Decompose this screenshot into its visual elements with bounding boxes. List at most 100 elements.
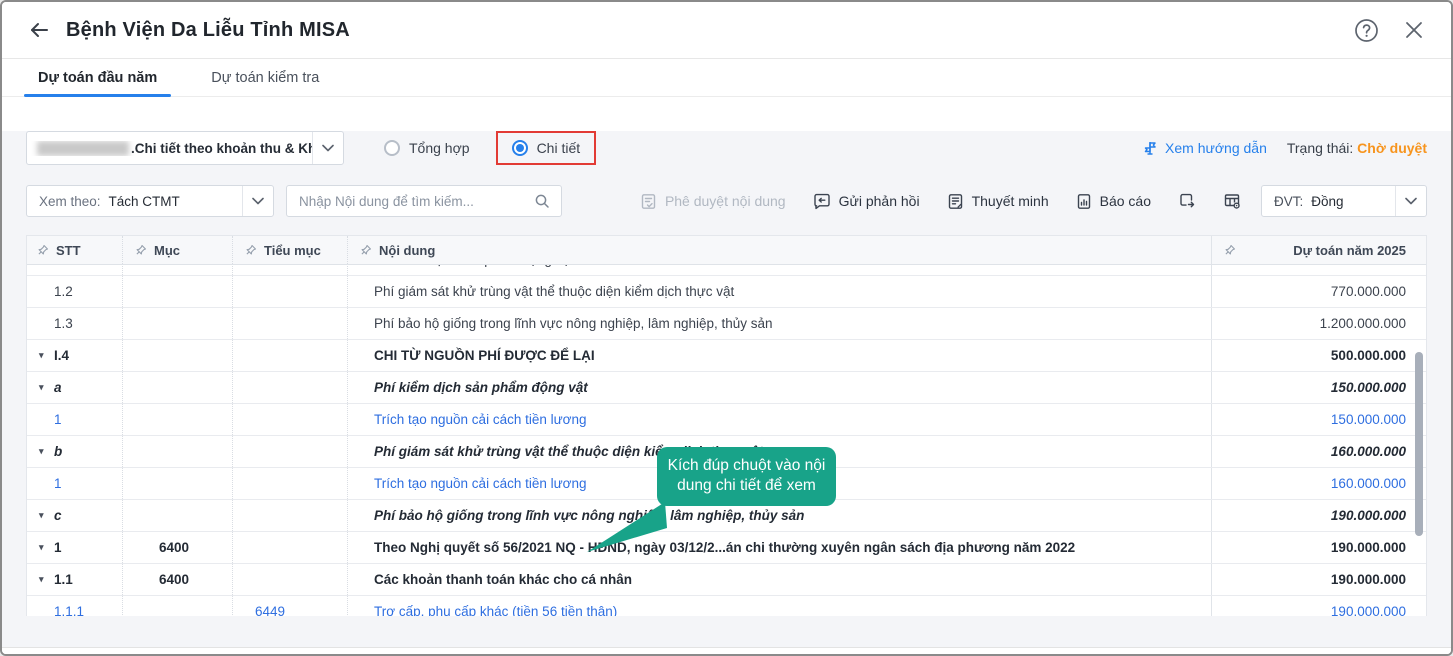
- tooltip-callout: Kích đúp chuột vào nội dung chi tiết để …: [657, 447, 836, 506]
- cell-amount: 770.000.000: [1211, 276, 1426, 307]
- table-row[interactable]: 1.3Phí bảo hộ giống trong lĩnh vực nông …: [27, 308, 1426, 340]
- radio-selected-icon: [512, 140, 528, 156]
- expand-icon[interactable]: ▾: [39, 574, 54, 585]
- cell-tieu-muc: [232, 372, 347, 403]
- view-guide-link[interactable]: Xem hướng dẫn: [1142, 140, 1267, 156]
- radio-circle-icon: [384, 140, 400, 156]
- send-feedback-button[interactable]: Gửi phản hồi: [813, 193, 920, 210]
- search-icon[interactable]: [534, 193, 550, 209]
- radio-label: Tổng hợp: [409, 140, 470, 156]
- table-row[interactable]: ▾16400Theo Nghị quyết số 56/2021 NQ - HĐ…: [27, 532, 1426, 564]
- tooltip-text: Kích đúp chuột vào nội dung chi tiết để …: [668, 457, 826, 494]
- expand-icon[interactable]: ▾: [39, 446, 54, 457]
- chevron-down-icon[interactable]: [1395, 186, 1426, 216]
- view-by-dropdown[interactable]: Xem theo: Tách CTMT: [26, 185, 274, 217]
- tab-du-toan-dau-nam[interactable]: Dự toán đầu năm: [22, 59, 173, 96]
- cell-tieu-muc: [232, 265, 347, 275]
- pin-icon[interactable]: [37, 244, 49, 256]
- note-icon: [947, 193, 964, 210]
- cell-amount: 150.000.000: [1211, 372, 1426, 403]
- cell-stt: ▾1: [27, 532, 122, 563]
- page-title: Bệnh Viện Da Liễu Tỉnh MISA: [66, 19, 350, 42]
- cell-muc: [122, 436, 232, 467]
- cell-tieu-muc: [232, 404, 347, 435]
- expand-icon[interactable]: ▾: [39, 542, 54, 553]
- pin-icon[interactable]: [245, 244, 257, 256]
- pin-icon[interactable]: [1224, 244, 1236, 256]
- column-label: Nội dung: [379, 243, 435, 258]
- cell-amount: 160.000.000: [1211, 436, 1426, 467]
- close-icon[interactable]: [1399, 15, 1429, 45]
- budget-table: STT Mục Tiểu mục Nội dung Dự toán năm 20…: [26, 235, 1427, 616]
- explanation-button[interactable]: Thuyết minh: [947, 193, 1049, 210]
- table-row[interactable]: 1.1 Phí kiểm dịch sản phẩm động vật900.00…: [27, 265, 1426, 276]
- radio-tong-hop[interactable]: Tổng hợp: [384, 140, 470, 156]
- cell-stt: ▾c: [27, 500, 122, 531]
- column-header-muc[interactable]: Mục: [122, 236, 232, 264]
- expand-icon[interactable]: ▾: [39, 382, 54, 393]
- column-header-du-toan[interactable]: Dự toán năm 2025: [1211, 236, 1426, 264]
- cell-noi-dung: CHI TỪ NGUỒN PHÍ ĐƯỢC ĐỂ LẠI: [347, 340, 1211, 371]
- vertical-scrollbar[interactable]: [1415, 352, 1423, 536]
- button-label: Gửi phản hồi: [839, 193, 920, 209]
- transfer-button[interactable]: [1178, 192, 1196, 210]
- back-icon[interactable]: [24, 15, 54, 45]
- search-box: [286, 185, 562, 217]
- unit-dropdown[interactable]: ĐVT: Đồng: [1261, 185, 1427, 217]
- search-input[interactable]: [287, 194, 523, 209]
- cell-amount: 500.000.000: [1211, 340, 1426, 371]
- chevron-down-icon[interactable]: [242, 186, 273, 216]
- cell-stt: ▾b: [27, 436, 122, 467]
- view-by-value: Tách CTMT: [109, 194, 242, 209]
- column-settings-icon: [1223, 192, 1241, 210]
- cell-stt: 1.1.1: [27, 596, 122, 616]
- status-label: Trạng thái:: [1287, 140, 1353, 156]
- pin-icon[interactable]: [135, 244, 147, 256]
- cell-noi-dung: Phí kiểm dịch sản phẩm động vật: [347, 265, 1211, 275]
- cell-stt: 1.2: [27, 276, 122, 307]
- expand-icon[interactable]: ▾: [39, 510, 54, 521]
- template-dropdown-value: .Chi tiết theo khoản thu & Khôn: [131, 141, 312, 156]
- cell-stt: ▾1.1: [27, 564, 122, 595]
- main-content: .Chi tiết theo khoản thu & Khôn Tổng hợp…: [2, 131, 1451, 656]
- cell-muc: 6400: [122, 532, 232, 563]
- table-row[interactable]: ▾1.16400Các khoản thanh toán khác cho cá…: [27, 564, 1426, 596]
- column-header-stt[interactable]: STT: [27, 236, 122, 264]
- cell-tieu-muc: [232, 532, 347, 563]
- table-row[interactable]: 1.2Phí giám sát khử trùng vật thể thuộc …: [27, 276, 1426, 308]
- template-dropdown[interactable]: .Chi tiết theo khoản thu & Khôn: [26, 131, 344, 165]
- cell-amount: 900.000.000: [1211, 265, 1426, 275]
- cell-muc: [122, 500, 232, 531]
- column-settings-button[interactable]: [1223, 192, 1241, 210]
- chevron-down-icon[interactable]: [312, 132, 343, 164]
- expand-icon[interactable]: ▾: [39, 350, 54, 361]
- cell-noi-dung: Trợ cấp, phụ cấp khác (tiền 56 tiền thân…: [347, 596, 1211, 616]
- tooltip-tail: [587, 502, 667, 554]
- cell-noi-dung: Phí bảo hộ giống trong lĩnh vực nông ngh…: [347, 308, 1211, 339]
- unit-value: Đồng: [1311, 194, 1395, 209]
- cell-tieu-muc: [232, 340, 347, 371]
- report-icon: [1076, 193, 1092, 210]
- title-bar: Bệnh Viện Da Liễu Tỉnh MISA: [2, 2, 1451, 59]
- approve-content-button[interactable]: Phê duyệt nội dung: [640, 193, 786, 210]
- cell-stt: 1: [27, 468, 122, 499]
- table-row[interactable]: ▾I.4CHI TỪ NGUỒN PHÍ ĐƯỢC ĐỂ LẠI500.000.…: [27, 340, 1426, 372]
- column-header-tieu-muc[interactable]: Tiểu mục: [232, 236, 347, 264]
- column-header-noi-dung[interactable]: Nội dung: [347, 236, 1211, 264]
- status-badge: Chờ duyệt: [1357, 140, 1427, 156]
- footer-bar: Tổng số: 78 bản ghi: [2, 647, 1451, 656]
- help-icon[interactable]: [1351, 15, 1381, 45]
- cell-muc: [122, 468, 232, 499]
- table-row[interactable]: 1.1.16449Trợ cấp, phụ cấp khác (tiền 56 …: [27, 596, 1426, 616]
- cell-stt: 1.1: [27, 265, 122, 275]
- tab-du-toan-kiem-tra[interactable]: Dự toán kiểm tra: [195, 59, 335, 96]
- view-by-label: Xem theo:: [27, 194, 101, 209]
- table-row[interactable]: 1Trích tạo nguồn cải cách tiền lương150.…: [27, 404, 1426, 436]
- pin-icon[interactable]: [360, 244, 372, 256]
- report-button[interactable]: Báo cáo: [1076, 193, 1151, 210]
- cell-stt: ▾a: [27, 372, 122, 403]
- radio-chi-tiet[interactable]: Chi tiết: [512, 140, 581, 156]
- table-row[interactable]: ▾aPhí kiểm dịch sản phẩm động vật150.000…: [27, 372, 1426, 404]
- cell-muc: [122, 308, 232, 339]
- cell-muc: [122, 340, 232, 371]
